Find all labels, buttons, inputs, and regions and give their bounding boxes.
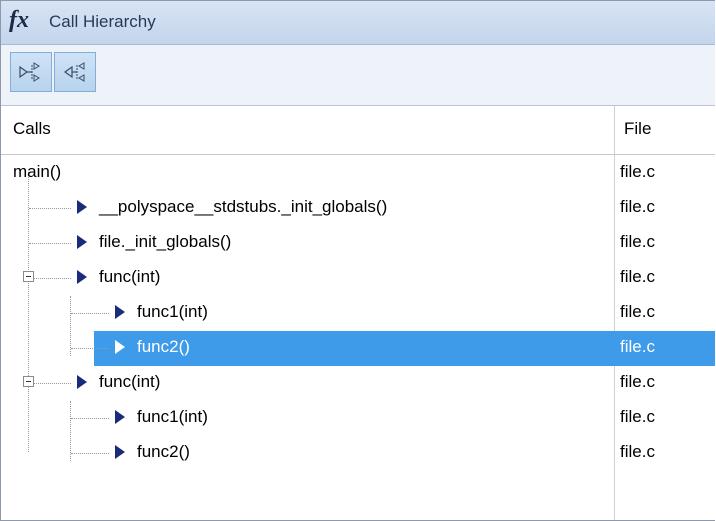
call-label: file._init_globals() (99, 232, 232, 251)
file-cell: file.c (620, 407, 655, 426)
title-bar: fx Call Hierarchy (1, 1, 715, 45)
show-callers-button[interactable] (10, 52, 52, 92)
call-arrow-icon (115, 445, 125, 459)
call-label: main() (13, 162, 62, 181)
column-header-row: Calls File (1, 106, 715, 155)
call-arrow-icon (77, 235, 87, 249)
file-cell: file.c (620, 267, 655, 286)
tree-connector (29, 208, 71, 209)
call-label: func2() (137, 442, 190, 461)
toolbar (1, 45, 715, 106)
tree-row[interactable]: main() file.c (1, 156, 715, 191)
tree-connector (29, 243, 71, 244)
call-arrow-icon (115, 305, 125, 319)
tree-connector (71, 348, 109, 349)
file-cell: file.c (620, 197, 655, 216)
call-label: func(int) (99, 372, 161, 391)
tree-row[interactable]: func1(int) file.c (1, 401, 715, 436)
show-callees-button[interactable] (54, 52, 96, 92)
collapse-toggle-icon[interactable] (23, 376, 34, 387)
tree-row[interactable]: __polyspace__stdstubs._init_globals() fil… (1, 191, 715, 226)
tree-connector (29, 383, 71, 384)
call-label: __polyspace__stdstubs._init_globals() (99, 197, 388, 216)
show-callees-icon (63, 62, 85, 82)
tree-connector (71, 418, 109, 419)
call-arrow-icon (115, 410, 125, 424)
tree-connector (71, 453, 109, 454)
tree-row[interactable]: func(int) file.c (1, 366, 715, 401)
file-cell: file.c (620, 337, 655, 356)
call-arrow-icon (77, 375, 87, 389)
fx-icon: fx (9, 7, 29, 33)
file-cell: file.c (620, 302, 655, 321)
panel-title: Call Hierarchy (49, 12, 156, 31)
collapse-toggle-icon[interactable] (23, 271, 34, 282)
tree-connector (71, 313, 109, 314)
tree-row[interactable]: func(int) file.c (1, 261, 715, 296)
file-cell: file.c (620, 232, 655, 251)
tree-connector (29, 278, 71, 279)
call-arrow-icon (77, 200, 87, 214)
call-label: func1(int) (137, 407, 208, 426)
column-header-file[interactable]: File (624, 119, 651, 139)
call-arrow-icon (115, 340, 125, 354)
tree-row[interactable]: func1(int) file.c (1, 296, 715, 331)
call-label: func2() (137, 337, 190, 356)
tree-row[interactable]: file._init_globals() file.c (1, 226, 715, 261)
call-hierarchy-panel: fx Call Hierarchy Calls File main() file… (0, 0, 715, 521)
tree-row[interactable]: func2() file.c (1, 331, 715, 366)
file-cell: file.c (620, 442, 655, 461)
file-cell: file.c (620, 372, 655, 391)
file-cell: file.c (620, 162, 655, 181)
call-tree-grid: Calls File main() file.c __polyspace__stds… (1, 106, 715, 520)
call-arrow-icon (77, 270, 87, 284)
call-label: func(int) (99, 267, 161, 286)
show-callers-icon (19, 62, 40, 82)
column-header-calls[interactable]: Calls (13, 119, 51, 139)
tree-row[interactable]: func2() file.c (1, 436, 715, 471)
call-label: func1(int) (137, 302, 208, 321)
